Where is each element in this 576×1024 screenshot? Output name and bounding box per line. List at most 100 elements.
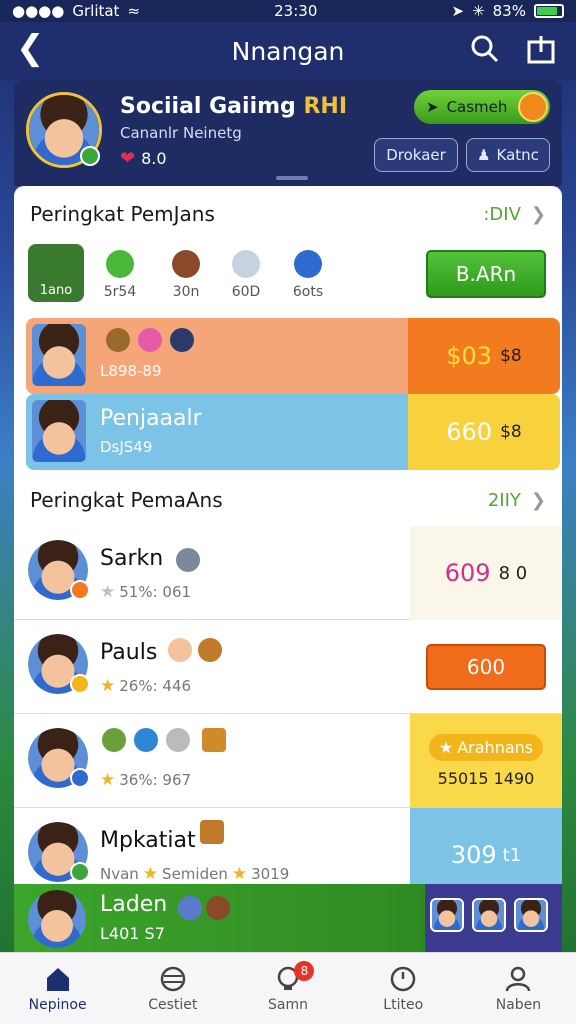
tab-clock[interactable]: Ltiteo — [346, 953, 461, 1024]
clock-icon — [390, 966, 416, 991]
bat-icon — [176, 548, 200, 572]
player-stat: L401 S7 — [100, 924, 165, 943]
rank-badge-icon — [70, 674, 90, 694]
friend-avatar[interactable] — [430, 898, 464, 932]
drag-handle[interactable] — [276, 176, 308, 180]
friend-avatar[interactable] — [514, 898, 548, 932]
highlight-row[interactable]: L898-89 $03 $8 — [26, 318, 560, 394]
avatar — [28, 890, 86, 948]
reward-badge[interactable]: ★ Arahnans — [428, 734, 544, 761]
search-icon[interactable] — [470, 34, 500, 64]
tab-label: Naben — [495, 996, 542, 1013]
player-stat-value: Semiden — [162, 865, 228, 883]
bat-icon — [106, 328, 130, 352]
current-player-row[interactable]: Laden L401 S7 — [14, 884, 562, 952]
donut-icon — [138, 328, 162, 352]
section-more-link[interactable]: 2IIY ❯ — [488, 490, 546, 511]
tab-profile[interactable]: Naben — [461, 953, 576, 1024]
player-name: Laden — [100, 892, 168, 917]
battery-icon — [533, 4, 564, 18]
list-item[interactable]: Mpkatiat Nvan ★ Semiden ★ 3019 309 t1 — [14, 808, 562, 884]
player-stat-value: 3019 — [251, 865, 290, 883]
ball-icon — [206, 896, 230, 920]
euro-icon — [134, 728, 158, 752]
tab-ball[interactable]: Cestiet — [115, 953, 230, 1024]
drokaer-button[interactable]: Drokaer — [374, 138, 458, 172]
tab-label: Nepinoe — [28, 996, 87, 1013]
online-badge-icon — [80, 146, 100, 166]
star-icon: ★ — [100, 582, 116, 602]
helmet-icon — [232, 250, 260, 278]
player-stat: Nvan ★ Semiden ★ 3019 — [100, 864, 289, 884]
profile-subtitle: Cananlr Neinetg — [120, 124, 242, 142]
rank-badge-icon — [70, 862, 90, 882]
bag-icon — [172, 250, 200, 278]
list-item[interactable]: ★ 36%: 967 ★ Arahnans 55015 1490 — [14, 714, 562, 808]
list-item[interactable]: Sarkn ★ 51%: 061 609 8 0 — [14, 526, 562, 620]
score-unit: $8 — [500, 346, 522, 366]
score-value: 309 — [450, 841, 497, 869]
reward-subtext: 55015 1490 — [437, 769, 535, 788]
player-stat-value: Nvan — [100, 865, 139, 883]
drokaer-label: Drokaer — [386, 146, 446, 164]
player-stat-value: 26%: 446 — [119, 677, 192, 695]
player-stat: ★ 26%: 446 — [100, 676, 191, 696]
section-more-link[interactable]: :DIV ❯ — [483, 204, 546, 225]
section-title: Peringkat PemJans — [30, 202, 215, 226]
reward-badge-label: Arahnans — [457, 738, 534, 757]
player-name: Pauls — [100, 640, 158, 665]
profile-name: Sociial Gaiimg RHI — [120, 94, 347, 119]
star-icon: ★ — [142, 864, 159, 884]
location-icon: ➤ — [451, 2, 465, 20]
rank-badge-icon — [70, 768, 90, 788]
tab-home[interactable]: Nepinoe — [0, 953, 115, 1024]
heart-icon: ❤ — [120, 148, 136, 169]
home-icon — [46, 967, 69, 991]
back-arrow-icon[interactable]: ❮ — [16, 28, 45, 68]
signal-icon: ●●●● — [12, 2, 65, 20]
star-icon: ★ — [100, 770, 116, 790]
avatar — [32, 324, 86, 386]
tab-trophy[interactable]: 8 Samn — [230, 953, 345, 1024]
tab-label: Cestiet — [148, 996, 198, 1013]
tab-label: Ltiteo — [383, 996, 424, 1013]
star-icon: ★ — [438, 738, 454, 757]
mini-stat-helmet: 60D — [216, 250, 276, 300]
list-item[interactable]: Pauls ★ 26%: 446 600 — [14, 620, 562, 714]
player-stat-value: 51%: 061 — [119, 583, 192, 601]
score-unit: $8 — [500, 422, 522, 442]
bain-button[interactable]: B.ARn — [426, 250, 546, 298]
player-stat: ★ 36%: 967 — [100, 770, 191, 790]
bluetooth-icon: ✳ — [472, 2, 485, 20]
share-icon[interactable] — [526, 34, 556, 64]
chevron-right-icon: ❯ — [530, 204, 546, 225]
score-value: 660 — [446, 418, 493, 446]
profile-likes: ❤ 8.0 — [120, 148, 167, 169]
clock-label: 23:30 — [274, 2, 318, 20]
katnc-label: Katnc — [496, 146, 539, 164]
player-stat-value: 36%: 967 — [119, 771, 192, 789]
pin-icon — [294, 250, 322, 278]
row-name: Penjaaalr — [100, 406, 202, 431]
avatar — [32, 400, 86, 462]
top-nav: ❮ Nnangan — [0, 22, 576, 80]
katnc-button[interactable]: ♟ Katnc — [466, 138, 550, 172]
highlight-row[interactable]: Penjaaalr DsJS49 660 $8 — [26, 394, 560, 470]
battery-label: 83% — [492, 2, 526, 20]
character-icon — [170, 328, 194, 352]
section-title: Peringkat PemaAns — [30, 488, 223, 512]
star-icon: ★ — [100, 676, 116, 696]
user-icon — [506, 966, 531, 991]
friend-avatar[interactable] — [472, 898, 506, 932]
coin-icon — [166, 728, 190, 752]
cash-button-label: Casmeh — [446, 98, 508, 116]
cash-button[interactable]: ➤ Casmeh — [414, 90, 550, 124]
star-icon — [106, 250, 134, 278]
row-score: 660 $8 — [408, 394, 560, 470]
profile-name-tag: RHI — [303, 94, 348, 119]
claim-button[interactable]: 600 — [426, 644, 546, 690]
score-unit: 8 0 — [498, 562, 528, 584]
coin-icon — [518, 92, 548, 122]
tab-bar: Nepinoe Cestiet 8 Samn Ltiteo Naben — [0, 952, 576, 1024]
game-tile[interactable]: 1ano — [28, 244, 84, 302]
